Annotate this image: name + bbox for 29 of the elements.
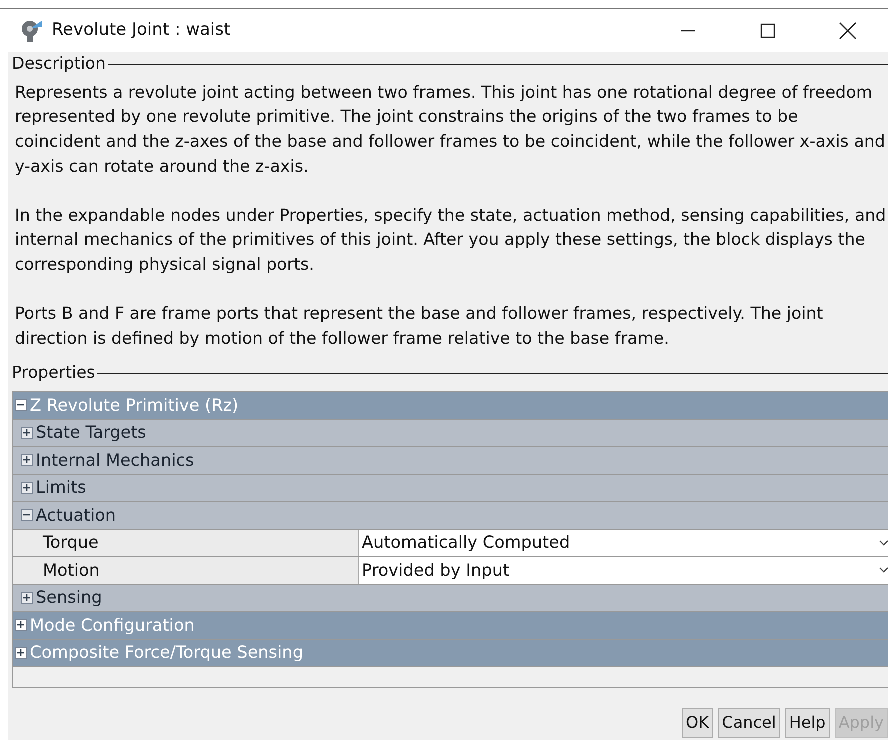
section-title: Properties (12, 362, 96, 384)
expand-icon[interactable] (21, 426, 33, 439)
chevron-down-icon[interactable] (878, 566, 888, 574)
cancel-button[interactable]: Cancel (718, 708, 780, 738)
description-text: Ports B and F are frame ports that represent the base and follower frames, respectively. The joint direction is defined by motion of the follower frame relative to the base frame. (15, 303, 824, 350)
tree-item[interactable]: State Targets (36, 420, 146, 446)
tree-item[interactable]: Internal Mechanics (36, 448, 194, 473)
maximize-icon[interactable] (760, 22, 776, 38)
tree-item[interactable]: Limits (36, 475, 86, 500)
app-icon (20, 18, 44, 42)
description-text: Represents a revolute joint acting between two frames. This joint has one rotational degree of freedom represented by one revolute primitive. The joint constrains the origins of the two frames to be coincident and the z-axes of the base and follower frames to be coincident, while the follower x-axis and y-axis can rotate around the z-axis. (15, 82, 886, 178)
expand-icon[interactable] (15, 646, 27, 659)
dropdown-field[interactable]: Provided by Input (359, 557, 888, 584)
close-icon[interactable] (839, 22, 857, 40)
chevron-down-icon[interactable] (878, 538, 888, 547)
expand-icon[interactable] (21, 482, 33, 494)
description-text: In the expandable nodes under Properties, specify the state, actuation method, sensing capabilities, and internal mechanics of the primitives of this joint. After you apply these settings, the block displays the corresponding physical signal ports. (15, 204, 888, 276)
ok-button[interactable]: OK (682, 708, 714, 738)
section-title: Description (12, 53, 106, 75)
collapse-icon[interactable] (21, 509, 33, 522)
window-title: Revolute Joint : waist (52, 18, 231, 42)
expand-icon[interactable] (15, 619, 27, 632)
expand-icon[interactable] (21, 592, 33, 604)
help-button[interactable]: Help (785, 708, 830, 738)
dropdown-field[interactable]: Automatically Computed (359, 530, 888, 556)
expand-icon[interactable] (21, 454, 33, 466)
tree-item[interactable]: Sensing (36, 585, 102, 610)
collapse-icon[interactable] (15, 399, 27, 412)
tree-item[interactable]: Actuation (36, 502, 116, 528)
